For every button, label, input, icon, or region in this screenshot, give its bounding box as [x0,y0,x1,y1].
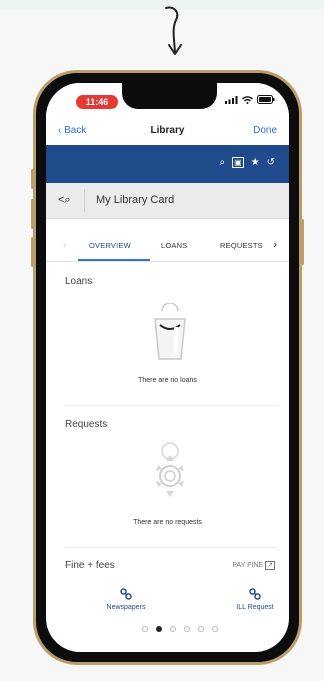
ill-request-label: ILL Request [236,604,274,611]
tab-next-arrow-icon[interactable]: › [273,239,277,251]
page-dot[interactable] [212,626,218,632]
card-title: My Library Card [96,194,175,206]
section-divider [65,547,278,548]
wifi-icon [242,95,253,104]
requests-empty-text: There are no requests [133,519,202,526]
status-bar: 11:46 [46,83,289,119]
newspapers-label: Newspapers [106,604,146,611]
side-button [31,169,34,189]
tab-bar: ‹ OVERVIEW LOANS REQUESTS › [46,235,289,262]
loans-section-title: Loans [65,276,93,287]
requests-section-title: Requests [65,419,108,430]
done-button[interactable]: Done [253,125,277,136]
star-icon[interactable]: ★ [251,157,260,168]
status-icons [225,95,275,104]
tab-requests[interactable]: REQUESTS [220,241,263,250]
card-back-button[interactable]: <⌕ [58,194,71,207]
tab-overview[interactable]: OVERVIEW [89,241,131,250]
phone-frame: 11:46 ‹ Back Library Done ⌕ ▣ ★ ↺ <⌕ My … [31,70,304,665]
page-dot[interactable] [198,626,204,632]
status-time: 11:46 [76,95,118,109]
tab-prev-arrow-icon[interactable]: ‹ [63,240,66,251]
newspapers-link[interactable]: Newspapers [91,588,161,611]
nav-bar: ‹ Back Library Done [46,119,289,145]
history-icon[interactable]: ↺ [267,157,275,168]
page-indicator [142,626,218,632]
section-divider [65,405,278,406]
loans-empty-text: There are no loans [138,377,197,384]
tab-loans[interactable]: LOANS [161,241,187,250]
fines-section-title: Fine + fees [65,560,115,571]
pay-fine-label: PAY FINE [232,562,264,569]
volume-down-button [31,237,34,267]
link-icon [249,588,261,600]
active-tab-indicator [78,259,150,261]
page-dot[interactable] [184,626,190,632]
ill-request-link[interactable]: ILL Request [220,588,289,611]
link-icon [120,588,132,600]
library-card-bar: <⌕ My Library Card [46,183,289,219]
pay-fine-button[interactable]: PAY FINE ↗ [232,561,275,570]
signal-icon [225,95,238,104]
page-dot-active[interactable] [156,626,162,632]
page-dot[interactable] [170,626,176,632]
card-icon[interactable]: ▣ [232,157,244,168]
requests-empty-icon [156,442,184,497]
header-toolbar: ⌕ ▣ ★ ↺ [46,145,289,183]
search-icon[interactable]: ⌕ [219,157,225,168]
notch [122,83,217,109]
battery-icon [257,95,275,104]
page-dot[interactable] [142,626,148,632]
volume-up-button [31,199,34,229]
external-link-icon: ↗ [265,561,275,570]
power-button [301,219,304,265]
cup-icon [154,303,186,360]
curved-arrow-icon [165,6,182,55]
phone-screen: 11:46 ‹ Back Library Done ⌕ ▣ ★ ↺ <⌕ My … [46,83,289,652]
card-divider [84,189,85,212]
